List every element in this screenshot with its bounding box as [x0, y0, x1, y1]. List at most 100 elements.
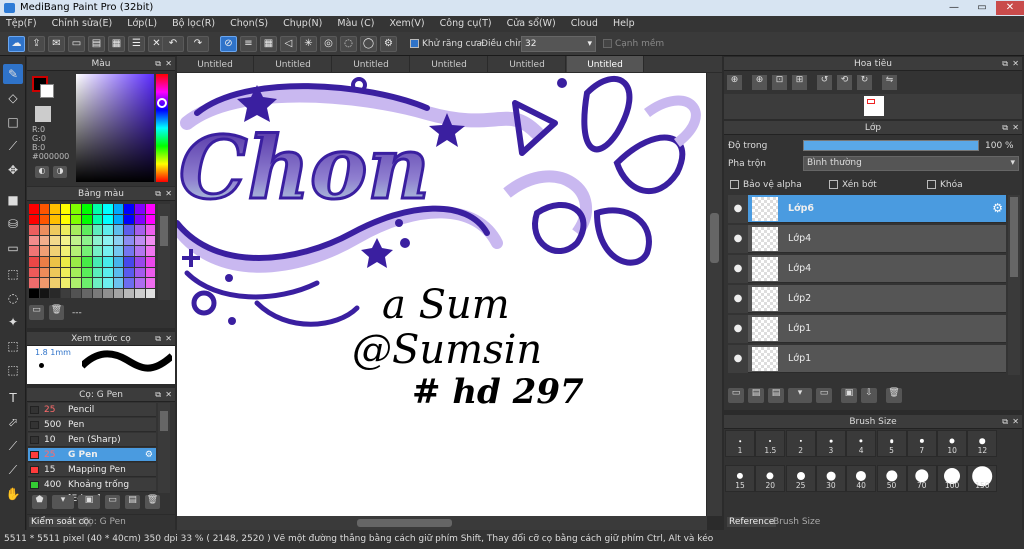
- palette-swatch[interactable]: [39, 278, 50, 288]
- palette-swatch[interactable]: [124, 214, 134, 225]
- palette-scrollbar[interactable]: [158, 204, 170, 300]
- close-icon[interactable]: ✕: [1012, 121, 1019, 135]
- palette-swatch[interactable]: [103, 225, 113, 235]
- popout-icon[interactable]: ⧉: [155, 187, 161, 201]
- gear-icon[interactable]: ⚙: [992, 201, 1003, 215]
- vanishing-snap-icon[interactable]: ◁: [280, 36, 297, 52]
- layer-row[interactable]: ● Lớp1: [728, 315, 1006, 343]
- operation-icon[interactable]: ⬀: [3, 412, 23, 432]
- lock-checkbox[interactable]: [927, 180, 936, 190]
- new-layer-icon[interactable]: ▭: [728, 388, 744, 403]
- palette-swatch[interactable]: [103, 278, 113, 288]
- palette-swatch[interactable]: [50, 214, 60, 225]
- color-mode-icon[interactable]: ◑: [53, 166, 67, 178]
- brush-size-cell[interactable]: 4: [846, 430, 877, 457]
- palette-swatch[interactable]: [145, 288, 156, 299]
- settings-icon[interactable]: ⚙: [380, 36, 397, 52]
- brush-size-cell[interactable]: 12: [967, 430, 998, 457]
- palette-swatch[interactable]: [124, 288, 134, 299]
- radial-snap-icon[interactable]: ✳: [300, 36, 317, 52]
- palette-swatch[interactable]: [113, 257, 124, 267]
- doc-tab[interactable]: Untitled: [333, 56, 410, 72]
- blend-dropdown[interactable]: Bình thường ▾: [803, 156, 1019, 171]
- brush-size-cell[interactable]: 40: [846, 465, 877, 492]
- layer-row[interactable]: ● Lớp4: [728, 255, 1006, 283]
- brush-size-cell[interactable]: 70: [906, 465, 937, 492]
- redo-icon[interactable]: ↷: [187, 36, 209, 52]
- palette-swatch[interactable]: [71, 246, 81, 256]
- palette-swatch[interactable]: [92, 246, 103, 256]
- lasso-icon[interactable]: ◌: [3, 288, 23, 308]
- brush-menu-icon[interactable]: ▾: [52, 495, 74, 509]
- eye-icon[interactable]: ●: [728, 225, 748, 253]
- palette-swatch[interactable]: [135, 204, 145, 214]
- palette-swatch[interactable]: [103, 214, 113, 225]
- brush-size-cell[interactable]: 150: [967, 465, 998, 492]
- palette-swatch[interactable]: [135, 257, 145, 267]
- doc-tab[interactable]: Untitled: [489, 56, 566, 72]
- doc-tab[interactable]: Untitled: [177, 56, 254, 72]
- palette-swatch[interactable]: [39, 235, 50, 246]
- brush-copy-icon[interactable]: ▣: [78, 495, 100, 509]
- brush-size-cell[interactable]: 100: [937, 465, 968, 492]
- palette-swatch[interactable]: [71, 288, 81, 299]
- palette-swatch[interactable]: [60, 235, 71, 246]
- palette-swatch[interactable]: [124, 267, 134, 278]
- cross-snap-icon[interactable]: ▦: [260, 36, 277, 52]
- palette-swatch[interactable]: [50, 235, 60, 246]
- palette-grid[interactable]: [29, 204, 157, 300]
- brush-row[interactable]: 15 Mapping Pen: [28, 463, 156, 477]
- palette-swatch[interactable]: [113, 267, 124, 278]
- palette-swatch[interactable]: [50, 288, 60, 299]
- palette-swatch[interactable]: [29, 278, 39, 288]
- palette-swatch[interactable]: [92, 267, 103, 278]
- protect-alpha-checkbox[interactable]: [730, 180, 739, 190]
- palette-swatch[interactable]: [124, 246, 134, 256]
- palette-swatch[interactable]: [60, 246, 71, 256]
- circle-snap-icon[interactable]: ◎: [320, 36, 337, 52]
- palette-swatch[interactable]: [113, 246, 124, 256]
- palette-swatch[interactable]: [92, 214, 103, 225]
- palette-swatch[interactable]: [29, 257, 39, 267]
- palette-swatch[interactable]: [50, 267, 60, 278]
- palette-swatch[interactable]: [124, 257, 134, 267]
- palette-swatch[interactable]: [71, 204, 81, 214]
- trash-icon[interactable]: 🗑: [49, 305, 64, 320]
- close-icon[interactable]: ✕: [165, 57, 172, 71]
- palette-swatch[interactable]: [60, 288, 71, 299]
- brush-size-cell[interactable]: 15: [725, 465, 755, 492]
- brush-row[interactable]: 25 Pencil: [28, 403, 156, 417]
- palette-swatch[interactable]: [71, 257, 81, 267]
- palette-swatch[interactable]: [145, 235, 156, 246]
- doc-tab[interactable]: Untitled: [255, 56, 332, 72]
- select-pen-icon[interactable]: ⬚: [3, 336, 23, 356]
- magic-wand-icon[interactable]: ✦: [3, 312, 23, 332]
- palette-swatch[interactable]: [103, 204, 113, 214]
- hue-handle[interactable]: [157, 98, 167, 108]
- eye-icon[interactable]: ●: [728, 255, 748, 283]
- palette-swatch[interactable]: [82, 235, 92, 246]
- palette-swatch[interactable]: [60, 204, 71, 214]
- opacity-slider[interactable]: [803, 140, 979, 151]
- palette-swatch[interactable]: [29, 235, 39, 246]
- palette-swatch[interactable]: [145, 214, 156, 225]
- palette-swatch[interactable]: [71, 214, 81, 225]
- brush-size-cell[interactable]: 25: [785, 465, 816, 492]
- doc-icon[interactable]: ▤: [88, 36, 105, 52]
- menu-cloud[interactable]: Cloud: [565, 16, 604, 29]
- rotate-right-icon[interactable]: ↻: [857, 75, 872, 90]
- rotate-left-icon[interactable]: ↺: [817, 75, 832, 90]
- palette-swatch[interactable]: [103, 288, 113, 299]
- parallel-snap-icon[interactable]: ≡: [240, 36, 257, 52]
- menu-tools[interactable]: Công cụ(T): [434, 16, 498, 29]
- palette-swatch[interactable]: [145, 246, 156, 256]
- palette-swatch[interactable]: [92, 235, 103, 246]
- close-icon[interactable]: ✕: [165, 332, 172, 346]
- soft-edge-checkbox[interactable]: [603, 39, 612, 49]
- palette-swatch[interactable]: [135, 267, 145, 278]
- palette-swatch[interactable]: [39, 267, 50, 278]
- close-icon[interactable]: ✕: [1012, 415, 1019, 429]
- grid-doc-icon[interactable]: ▦: [108, 36, 125, 52]
- brush-size-cell[interactable]: 7: [906, 430, 937, 457]
- palette-swatch[interactable]: [103, 246, 113, 256]
